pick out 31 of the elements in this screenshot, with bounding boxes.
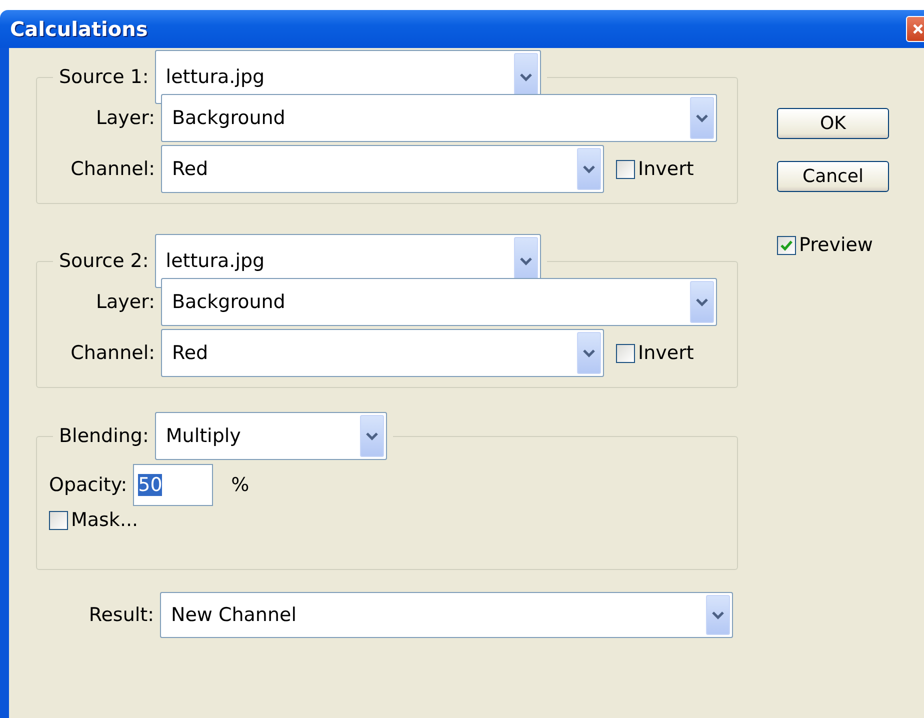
field-label: Channel: — [70, 158, 155, 180]
close-icon — [912, 23, 924, 35]
checkbox-label[interactable]: Preview — [799, 234, 873, 256]
checkbox[interactable] — [616, 160, 635, 178]
close-button[interactable] — [906, 16, 924, 42]
field-label: Layer: — [94, 107, 155, 129]
checkbox-label[interactable]: Invert — [638, 158, 694, 180]
field-label: Blending: — [59, 425, 149, 447]
checkbox[interactable] — [616, 344, 635, 362]
field-label: Channel: — [70, 342, 155, 364]
layer-dropdown[interactable]: Background — [161, 278, 717, 326]
checkmark-icon — [780, 240, 793, 250]
field-label: Source 1: — [59, 66, 149, 88]
checkbox-label[interactable]: Invert — [638, 342, 694, 364]
checkbox[interactable] — [777, 236, 796, 254]
ok-button[interactable]: OK — [777, 108, 889, 139]
cancel-button[interactable]: Cancel — [777, 161, 889, 192]
field-label: Source 2: — [59, 250, 149, 272]
checkbox-label[interactable]: Mask... — [71, 509, 138, 531]
unit-label: % — [231, 474, 250, 496]
opacity-field[interactable]: 50 — [133, 464, 214, 506]
checkbox[interactable] — [49, 510, 68, 530]
layer-dropdown[interactable]: Background — [161, 94, 717, 142]
field-label: Layer: — [94, 291, 155, 313]
result-dropdown[interactable]: New Channel — [160, 592, 733, 638]
window-title: Calculations — [9, 17, 148, 41]
field-label: Opacity: — [49, 474, 128, 496]
blending-dropdown[interactable]: Multiply — [154, 412, 387, 460]
field-label: Result: — [88, 604, 154, 626]
channel-dropdown[interactable]: Red — [161, 145, 604, 193]
channel-dropdown[interactable]: Red — [161, 329, 604, 377]
